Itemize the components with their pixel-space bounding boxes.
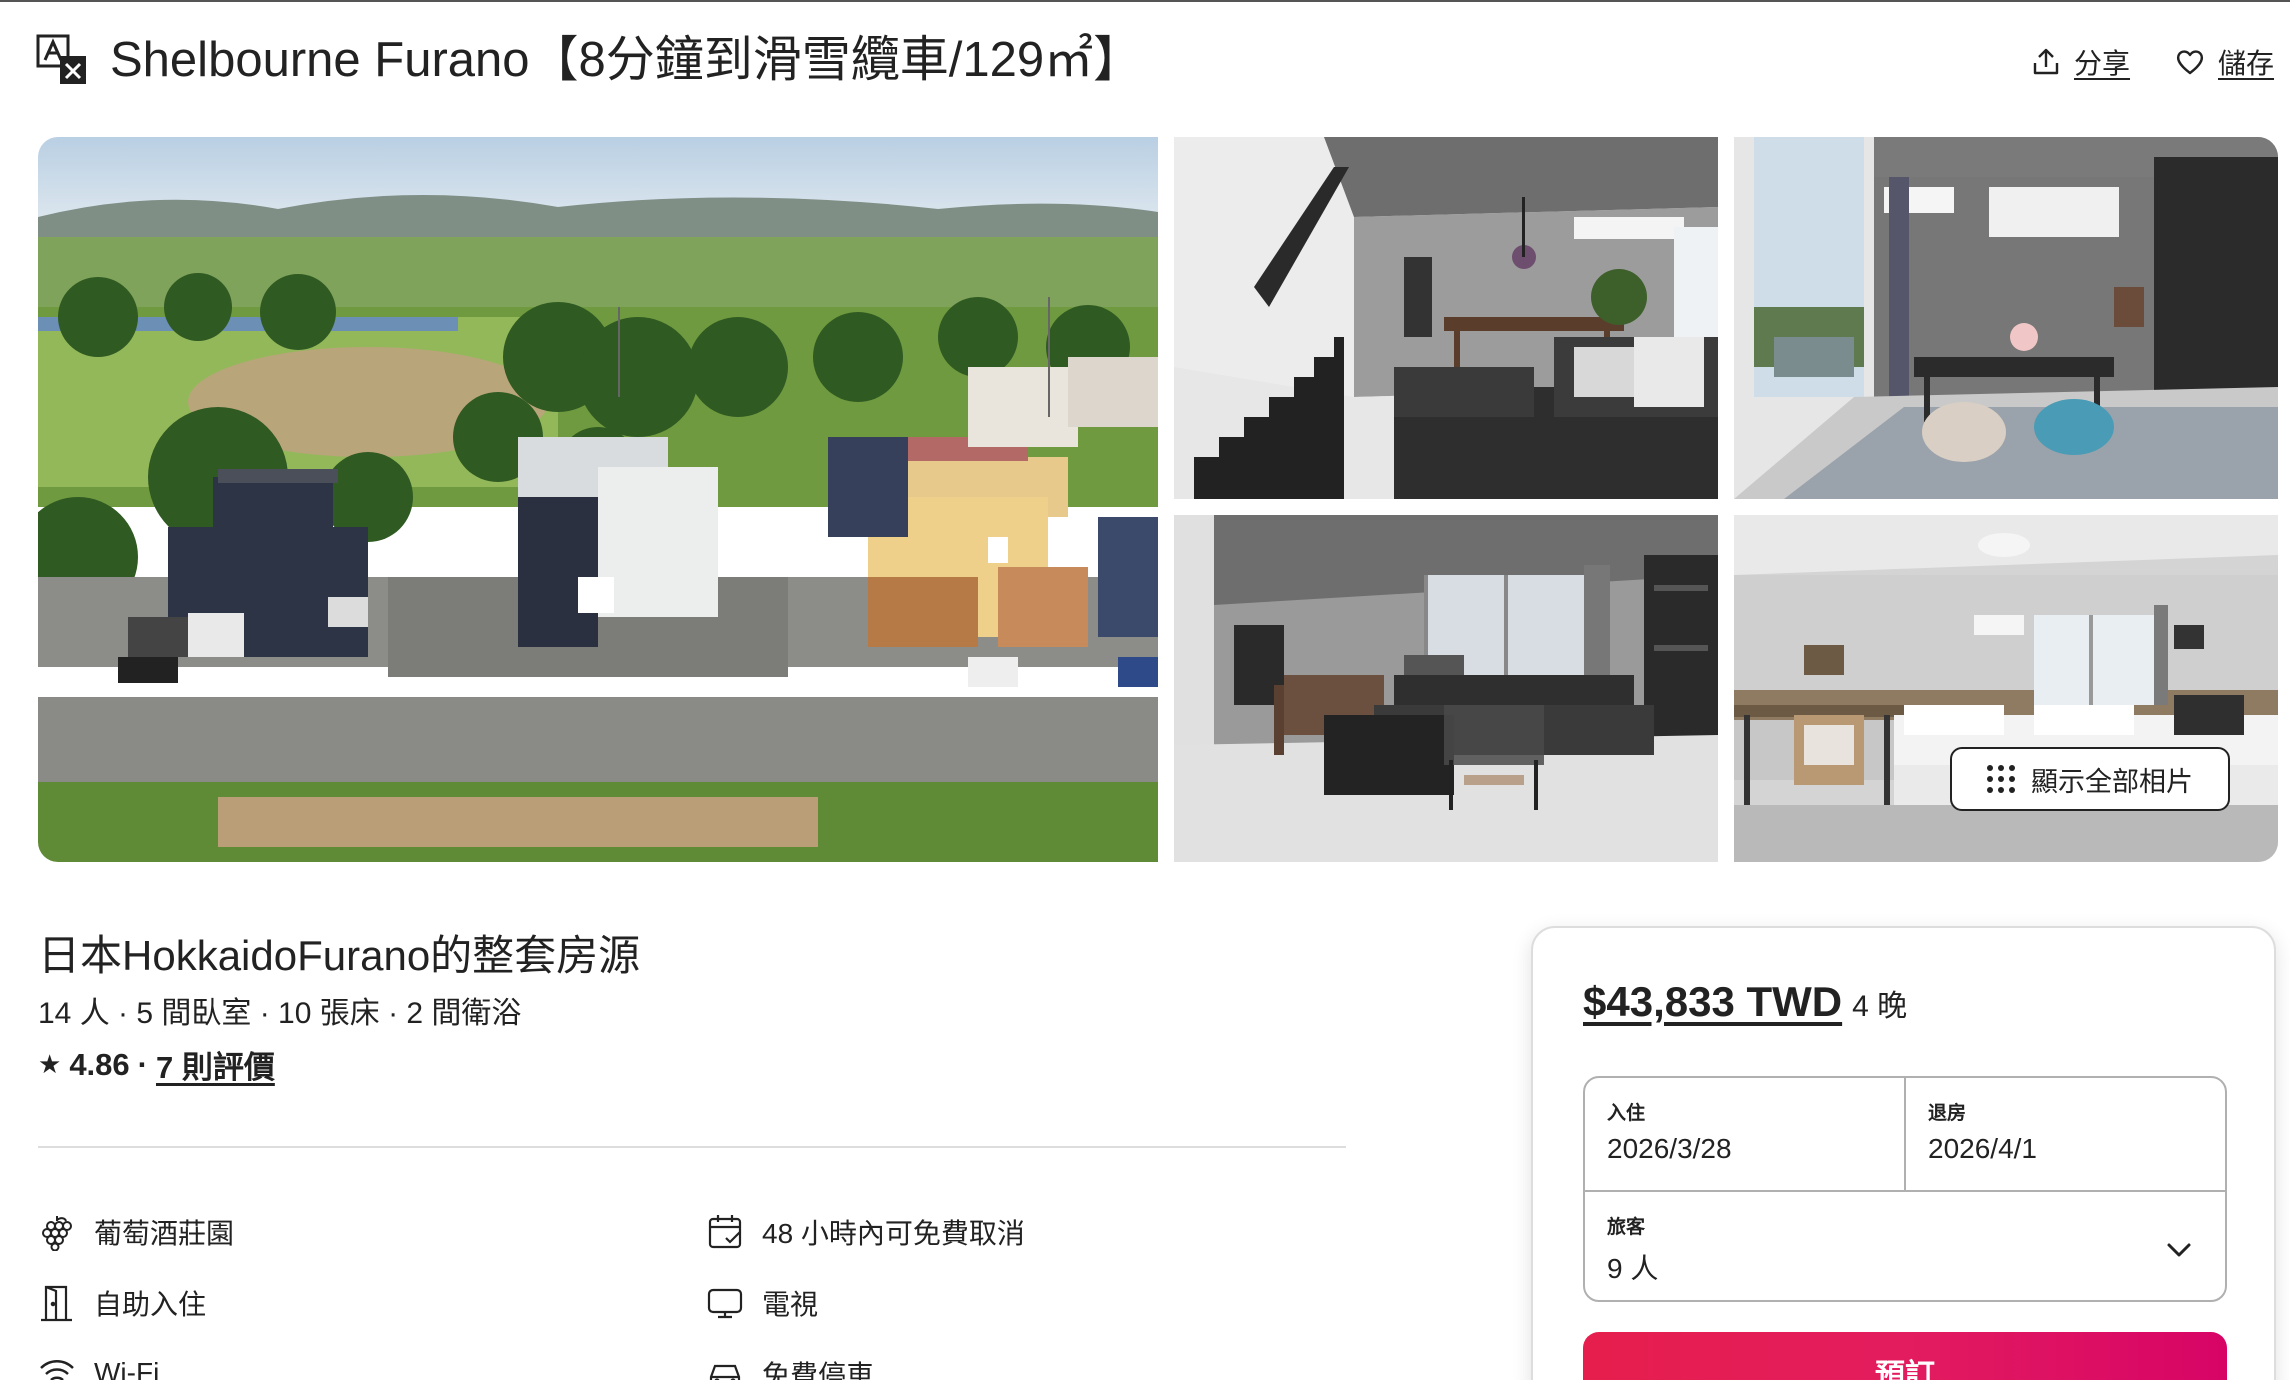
- share-icon: [2033, 48, 2059, 75]
- reviews-link[interactable]: 7 則評價: [156, 1042, 275, 1087]
- listing-heading: 日本HokkaidoFurano的整套房源: [38, 932, 641, 979]
- door-icon: [41, 1285, 72, 1322]
- section-divider: [38, 1146, 1346, 1148]
- amenity-item: 葡萄酒莊園: [38, 1212, 234, 1252]
- amenity-label: 葡萄酒莊園: [94, 1218, 235, 1249]
- car-icon: [709, 1364, 741, 1380]
- grid-dots-icon: [1987, 764, 2017, 794]
- chevron-down-icon[interactable]: [2163, 1234, 2195, 1266]
- title-row: Shelbourne Furano【8分鐘到滑雪纜車/129㎡】 分享 儲存: [36, 28, 2276, 92]
- rating-row: ★ 4.86 · 7 則評價: [38, 1042, 275, 1087]
- checkout-field[interactable]: 退房 2026/4/1: [1906, 1078, 2227, 1190]
- rating-value: 4.86: [69, 1046, 130, 1082]
- amenity-item: 免費停車: [706, 1354, 874, 1380]
- top-border: [0, 0, 2290, 2]
- checkout-caption: 退房: [1928, 1103, 1967, 1124]
- amenity-item: 自助入住: [38, 1283, 206, 1323]
- amenity-label: 電視: [762, 1289, 819, 1320]
- nights-count: 4 晚: [1852, 990, 1908, 1023]
- heart-icon: [2176, 50, 2204, 75]
- checkin-value: 2026/3/28: [1607, 1133, 1732, 1164]
- calendar-icon: [708, 1215, 742, 1249]
- page-title: Shelbourne Furano【8分鐘到滑雪纜車/129㎡】: [110, 33, 1143, 87]
- wifi-icon: [40, 1360, 74, 1380]
- booking-card: $43,833 TWD 4 晚 入住 2026/3/28 退房 2026/4/1…: [1531, 926, 2276, 1380]
- guests-caption: 旅客: [1607, 1217, 1646, 1238]
- show-all-photos-label: 顯示全部相片: [2031, 766, 2193, 797]
- checkout-value: 2026/4/1: [1928, 1133, 2037, 1164]
- star-icon: ★: [38, 1049, 62, 1079]
- price-row: $43,833 TWD 4 晚: [1583, 978, 1907, 1026]
- photo-gallery: [38, 137, 2278, 862]
- living-room-photo[interactable]: [1174, 137, 1718, 499]
- amenity-item: 48 小時內可免費取消: [706, 1212, 1025, 1252]
- listing-details: 14 人 · 5 間臥室 · 10 張床 · 2 間衛浴: [38, 997, 522, 1030]
- amenity-item: Wi-Fi: [38, 1354, 159, 1380]
- amenity-label: 免費停車: [762, 1360, 875, 1380]
- checkin-caption: 入住: [1607, 1103, 1646, 1124]
- rating-separator: ·: [137, 1046, 148, 1082]
- save-button[interactable]: 儲存: [2174, 42, 2274, 82]
- lounge-photo[interactable]: [1174, 515, 1718, 862]
- share-button[interactable]: 分享: [2030, 42, 2130, 82]
- guests-field[interactable]: 旅客 9 人: [1585, 1192, 2225, 1302]
- amenity-label: 自助入住: [94, 1289, 207, 1320]
- show-all-photos-button[interactable]: 顯示全部相片: [1950, 747, 2230, 811]
- save-label: 儲存: [2218, 48, 2275, 79]
- grapes-icon: [42, 1216, 72, 1251]
- date-guest-picker: 入住 2026/3/28 退房 2026/4/1 旅客 9 人: [1583, 1076, 2227, 1302]
- tv-icon: [707, 1288, 743, 1319]
- amenity-item: 電視: [706, 1283, 818, 1323]
- checkin-field[interactable]: 入住 2026/3/28: [1585, 1078, 1906, 1190]
- amenity-label: Wi-Fi: [94, 1357, 160, 1380]
- share-label: 分享: [2074, 48, 2131, 79]
- main-photo-aerial[interactable]: [38, 137, 1158, 862]
- price-total[interactable]: $43,833 TWD: [1583, 978, 1842, 1026]
- reserve-button[interactable]: 預訂: [1583, 1332, 2227, 1380]
- amenity-label: 48 小時內可免費取消: [762, 1218, 1025, 1249]
- tatami-room-photo[interactable]: [1734, 137, 2278, 499]
- guests-value: 9 人: [1607, 1253, 1659, 1284]
- translate-icon[interactable]: [36, 34, 88, 86]
